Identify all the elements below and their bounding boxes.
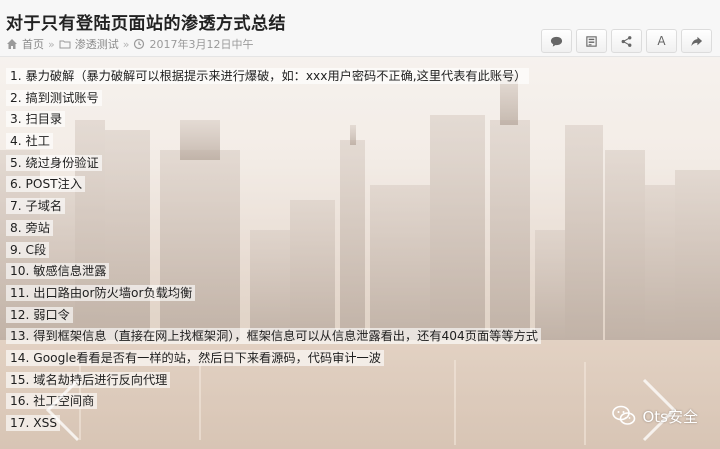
font-size-icon: A bbox=[657, 34, 666, 48]
list-item: 6. POST注入 bbox=[6, 174, 541, 196]
list-item-text: 10. 敏感信息泄露 bbox=[6, 263, 110, 280]
list-item: 14. Google看看是否有一样的站，然后日下来看源码，代码审计一波 bbox=[6, 348, 541, 370]
list-item: 3. 扫目录 bbox=[6, 109, 541, 131]
wechat-watermark: Ots安全 bbox=[612, 405, 698, 427]
breadcrumb-separator: » bbox=[48, 37, 55, 51]
list-item-text: 15. 域名劫持后进行反向代理 bbox=[6, 371, 171, 388]
list-item-text: 4. 社工 bbox=[6, 133, 53, 150]
list-item-text: 5. 绕过身份验证 bbox=[6, 154, 102, 171]
breadcrumb-separator: » bbox=[122, 37, 130, 51]
list-item-text: 11. 出口路由or防火墙or负载均衡 bbox=[6, 284, 196, 301]
list-item: 9. C段 bbox=[6, 240, 541, 262]
share-icon bbox=[621, 35, 632, 47]
list-item: 16. 社工空间商 bbox=[6, 391, 541, 413]
breadcrumb-category-link[interactable]: 渗透测试 bbox=[75, 36, 119, 52]
comment-button[interactable] bbox=[541, 29, 572, 53]
watermark-text: Ots安全 bbox=[642, 407, 698, 426]
home-icon bbox=[7, 39, 17, 49]
list-item-text: 9. C段 bbox=[6, 241, 50, 258]
list-item-text: 12. 弱口令 bbox=[6, 306, 73, 323]
wechat-icon bbox=[612, 405, 636, 425]
breadcrumb: 首页 » 渗透测试 » 2017年3月12日中午 bbox=[6, 36, 253, 52]
method-list: 1. 暴力破解（暴力破解可以根据提示来进行爆破，如：xxx用户密码不正确,这里代… bbox=[6, 66, 541, 435]
list-item-text: 1. 暴力破解（暴力破解可以根据提示来进行爆破，如：xxx用户密码不正确,这里代… bbox=[6, 68, 530, 84]
list-item: 15. 域名劫持后进行反向代理 bbox=[6, 370, 541, 392]
post-date: 2017年3月12日中午 bbox=[149, 38, 254, 51]
list-item: 7. 子域名 bbox=[6, 196, 541, 218]
carousel-prev-arrow-icon[interactable] bbox=[42, 378, 82, 442]
breadcrumb-home-link[interactable]: 首页 bbox=[22, 36, 44, 52]
list-item-text: 8. 旁站 bbox=[6, 219, 53, 236]
folder-icon bbox=[59, 40, 71, 49]
qrcode-button[interactable] bbox=[576, 29, 607, 53]
list-item: 12. 弱口令 bbox=[6, 305, 541, 327]
list-item-text: 6. POST注入 bbox=[6, 176, 86, 193]
clock-icon bbox=[134, 38, 145, 50]
list-item-text: 2. 搞到测试账号 bbox=[6, 89, 102, 106]
article-toolbar: A bbox=[541, 29, 712, 53]
list-item-text: 13. 得到框架信息（直接在网上找框架洞），框架信息可以从信息泄露看出，还有40… bbox=[6, 328, 541, 345]
list-item-text: 7. 子域名 bbox=[6, 198, 66, 215]
list-item: 13. 得到框架信息（直接在网上找框架洞），框架信息可以从信息泄露看出，还有40… bbox=[6, 326, 541, 348]
font-size-button[interactable]: A bbox=[646, 29, 677, 53]
list-item: 2. 搞到测试账号 bbox=[6, 88, 541, 110]
list-item: 1. 暴力破解（暴力破解可以根据提示来进行爆破，如：xxx用户密码不正确,这里代… bbox=[6, 66, 541, 88]
qrcode-icon bbox=[586, 35, 597, 47]
article-header: 对于只有登陆页面站的渗透方式总结 首页 » 渗透测试 » 2017年3月12日中… bbox=[0, 0, 720, 57]
page-title: 对于只有登陆页面站的渗透方式总结 bbox=[6, 14, 286, 34]
list-item: 10. 敏感信息泄露 bbox=[6, 261, 541, 283]
list-item-text: 3. 扫目录 bbox=[6, 111, 66, 128]
list-item: 4. 社工 bbox=[6, 131, 541, 153]
list-item: 5. 绕过身份验证 bbox=[6, 153, 541, 175]
comment-icon bbox=[550, 36, 563, 47]
share-button[interactable] bbox=[611, 29, 642, 53]
forward-button[interactable] bbox=[681, 29, 712, 53]
list-item: 17. XSS bbox=[6, 413, 541, 435]
list-item: 11. 出口路由or防火墙or负载均衡 bbox=[6, 283, 541, 305]
list-item-text: 14. Google看看是否有一样的站，然后日下来看源码，代码审计一波 bbox=[6, 349, 384, 366]
forward-icon bbox=[691, 36, 703, 46]
list-item: 8. 旁站 bbox=[6, 218, 541, 240]
